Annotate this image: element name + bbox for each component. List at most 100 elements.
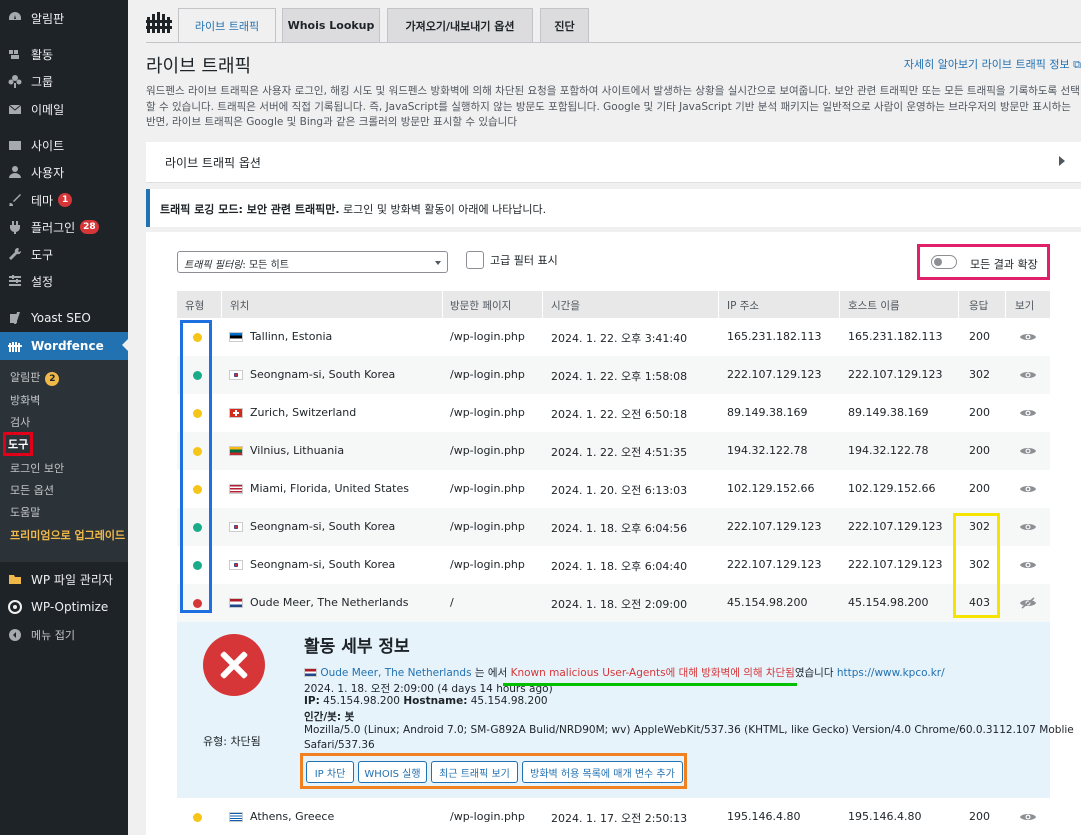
flag-nl-icon — [304, 668, 317, 677]
blocked-x-icon — [203, 634, 265, 696]
submenu-help[interactable]: 도움말 — [10, 504, 40, 520]
table-row[interactable]: Seongnam-si, South Korea/wp-login.php 202… — [177, 356, 1050, 394]
menu-wp-file-manager[interactable]: WP 파일 관리자 — [0, 566, 128, 592]
submenu-all-options[interactable]: 모든 옵션 — [10, 482, 54, 498]
submenu-dashboard[interactable]: 알림판 2 — [10, 369, 60, 386]
submenu-firewall[interactable]: 방화벽 — [10, 392, 40, 408]
block-ip-button[interactable]: IP 차단 — [306, 761, 354, 783]
col-divider — [221, 291, 222, 318]
type-label: 유형: 차단됨 — [203, 735, 261, 748]
menu-activity[interactable]: 활동 — [0, 41, 128, 67]
detail-location-link[interactable]: Oude Meer, The Netherlands — [320, 667, 471, 679]
table-row[interactable]: Seongnam-si, South Korea/wp-login.php 202… — [177, 546, 1050, 584]
tab-live-traffic[interactable]: 라이브 트래픽 — [178, 8, 276, 43]
col-host[interactable]: 호스트 이름 — [848, 298, 900, 313]
submenu-login-security[interactable]: 로그인 보안 — [10, 460, 64, 476]
col-time[interactable]: 시간을 — [551, 298, 580, 313]
menu-users[interactable]: 사용자 — [0, 159, 128, 185]
submenu-tools[interactable]: 도구 — [3, 432, 34, 456]
menu-groups[interactable]: 그룹 — [0, 68, 128, 94]
detail-title: 활동 세부 정보 — [304, 637, 410, 657]
run-whois-button[interactable]: WHOIS 실행 — [358, 761, 427, 783]
submenu-scan[interactable]: 검사 — [10, 414, 30, 430]
tab-whois-lookup[interactable]: Whois Lookup — [282, 8, 380, 42]
traffic-filter-select[interactable]: 트래픽 필터링: 모든 히트 — [177, 251, 448, 273]
cell-time: 2024. 1. 22. 오후 3:41:40 — [551, 332, 688, 345]
live-traffic-options-toggle[interactable]: 라이브 트래픽 옵션 — [146, 142, 1081, 183]
menu-themes[interactable]: 테마 1 — [0, 187, 128, 213]
menu-wordfence[interactable]: Wordfence — [0, 332, 128, 360]
eye-slash-icon[interactable] — [1019, 597, 1037, 609]
table-row[interactable]: Athens, Greece/wp-login.php 2024. 1. 17. … — [177, 798, 1050, 835]
notification-badge: 2 — [45, 372, 60, 386]
email-icon — [8, 102, 22, 116]
col-response[interactable]: 응답 — [969, 298, 988, 313]
col-type[interactable]: 유형 — [185, 298, 204, 313]
tab-import-export[interactable]: 가져오기/내보내기 옵션 — [387, 8, 533, 42]
wordfence-logo-icon — [146, 12, 172, 33]
cell-location: Seongnam-si, South Korea — [250, 368, 396, 381]
submenu-upgrade-premium[interactable]: 프리미엄으로 업그레이드 — [10, 527, 125, 543]
cell-host: 222.107.129.123 — [848, 368, 943, 381]
menu-plugins[interactable]: 플러그인 28 — [0, 214, 128, 240]
col-location[interactable]: 위치 — [230, 298, 249, 313]
menu-wp-optimize[interactable]: WP-Optimize — [0, 594, 128, 620]
recent-traffic-button[interactable]: 최근 트래픽 보기 — [431, 761, 518, 783]
menu-collapse[interactable]: 메뉴 접기 — [0, 622, 128, 648]
table-header: 유형 위치 방문한 페이지 시간을 IP 주소 호스트 이름 응답 보기 — [177, 291, 1050, 318]
cell-location: Zurich, Switzerland — [250, 406, 357, 419]
menu-tools[interactable]: 도구 — [0, 241, 128, 267]
table-row[interactable]: Miami, Florida, United States/wp-login.p… — [177, 470, 1050, 508]
table-row[interactable]: Tallinn, Estonia/wp-login.php 2024. 1. 22… — [177, 318, 1050, 356]
cell-ip: 89.149.38.169 — [727, 406, 808, 419]
detail-url-link[interactable]: https://www.kpco.kr/ — [837, 667, 945, 679]
cell-time: 2024. 1. 22. 오전 4:51:35 — [551, 446, 688, 459]
table-row[interactable]: Zurich, Switzerland/wp-login.php 2024. 1.… — [177, 394, 1050, 432]
eye-icon[interactable] — [1019, 521, 1037, 533]
plugin-icon — [8, 220, 22, 234]
expand-all-toggle[interactable] — [931, 255, 957, 269]
eye-icon[interactable] — [1019, 407, 1037, 419]
col-page[interactable]: 방문한 페이지 — [450, 298, 511, 313]
menu-label: 활동 — [31, 47, 54, 62]
cell-time: 2024. 1. 20. 오전 6:13:03 — [551, 484, 688, 497]
cell-response: 302 — [969, 368, 990, 381]
activity-detail-panel: 유형: 차단됨 활동 세부 정보 Oude Meer, The Netherla… — [177, 622, 1074, 798]
cell-time: 2024. 1. 22. 오전 6:50:18 — [551, 408, 688, 421]
advanced-filter-checkbox[interactable] — [466, 251, 484, 269]
eye-icon[interactable] — [1019, 331, 1037, 343]
menu-email[interactable]: 이메일 — [0, 96, 128, 122]
tab-diagnostics[interactable]: 진단 — [540, 8, 589, 42]
caret-right-icon — [1059, 156, 1065, 166]
learn-more-label: 자세히 알아보기 라이브 트래픽 정보 — [903, 58, 1070, 71]
cell-page: /wp-login.php — [450, 482, 525, 495]
flag-kr-icon — [229, 560, 243, 570]
cell-ip: 45.154.98.200 — [727, 596, 808, 609]
notice-text: 로그인 및 방화벽 활동이 아래에 나타납니다. — [339, 203, 547, 216]
menu-yoast[interactable]: Yoast SEO — [0, 305, 128, 331]
eye-icon[interactable] — [1019, 559, 1037, 571]
eye-icon[interactable] — [1019, 369, 1037, 381]
cell-response: 200 — [969, 810, 990, 823]
type-column-highlight — [180, 320, 212, 613]
flag-gr-icon — [229, 812, 243, 822]
cell-ip: 222.107.129.123 — [727, 520, 822, 533]
menu-label: 설정 — [31, 274, 54, 289]
eye-icon[interactable] — [1019, 445, 1037, 457]
expand-all-container: 모든 결과 확장 — [917, 244, 1050, 280]
table-row[interactable]: Oude Meer, The Netherlands / 2024. 1. 18. … — [177, 584, 1050, 622]
wrench-icon — [8, 247, 22, 261]
eye-icon[interactable] — [1019, 483, 1037, 495]
menu-site[interactable]: 사이트 — [0, 132, 128, 158]
learn-more-link[interactable]: 자세히 알아보기 라이브 트래픽 정보 ⧉ — [904, 56, 1081, 72]
add-allowlist-param-button[interactable]: 방화벽 허용 목록에 매개 변수 추가 — [522, 761, 683, 783]
table-row[interactable]: Seongnam-si, South Korea/wp-login.php 202… — [177, 508, 1050, 546]
menu-settings[interactable]: 설정 — [0, 268, 128, 294]
col-view[interactable]: 보기 — [1015, 298, 1034, 313]
menu-dashboard[interactable]: 알림판 — [0, 5, 128, 31]
cell-location: Seongnam-si, South Korea — [250, 558, 396, 571]
cell-time: 2024. 1. 17. 오전 2:50:13 — [551, 812, 688, 825]
col-ip[interactable]: IP 주소 — [727, 298, 759, 313]
eye-icon[interactable] — [1019, 811, 1037, 823]
table-row[interactable]: Vilnius, Lithuania/wp-login.php 2024. 1. … — [177, 432, 1050, 470]
